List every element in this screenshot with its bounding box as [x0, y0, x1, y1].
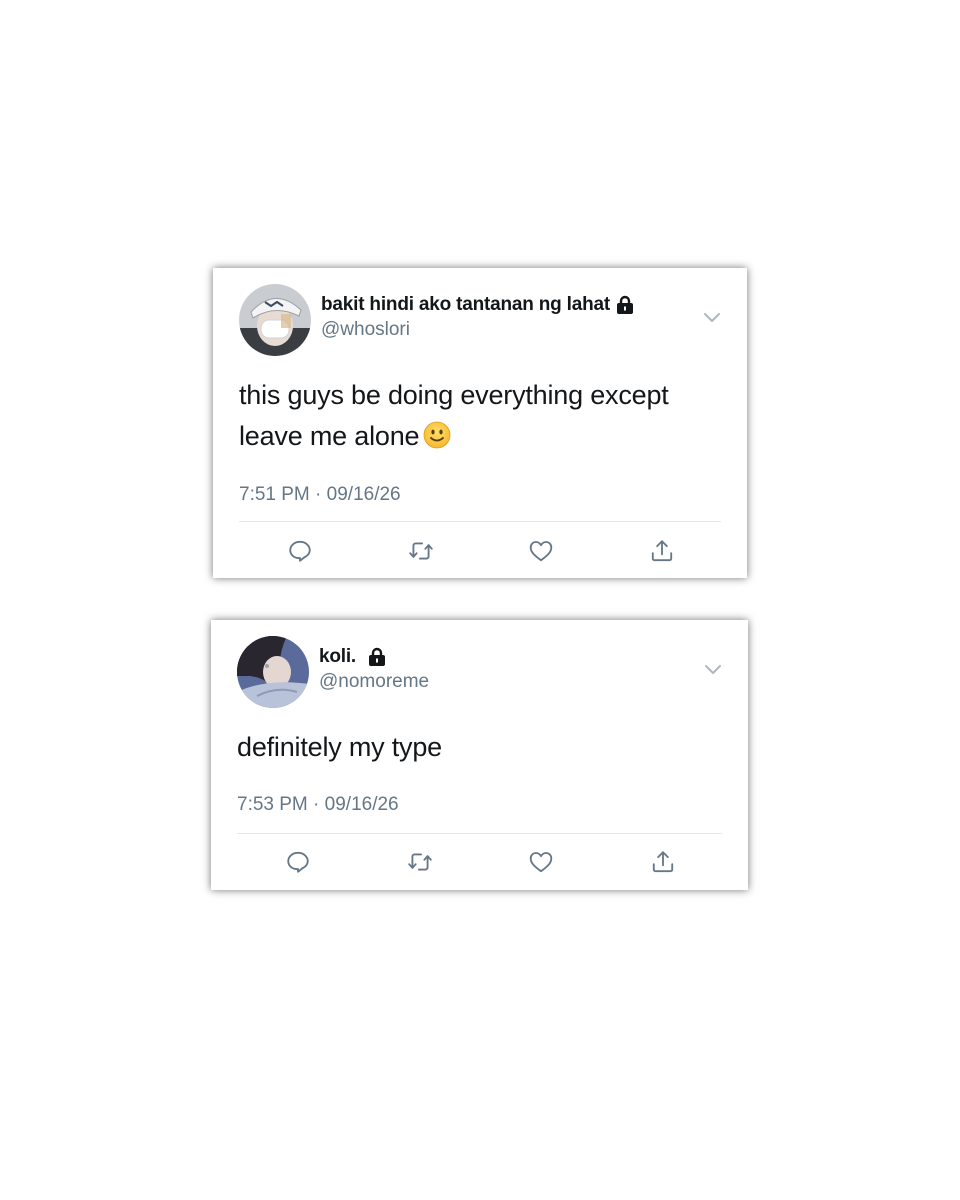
user-names: bakit hindi ako tantanan ng lahat @whosl… — [321, 294, 681, 341]
retweet-button[interactable] — [401, 531, 441, 571]
share-button[interactable] — [642, 531, 682, 571]
avatar[interactable] — [237, 636, 309, 708]
divider — [239, 521, 721, 522]
timestamp-separator: · — [313, 794, 320, 815]
tweet-date: 09/16/26 — [324, 794, 399, 815]
user-handle[interactable]: @whoslori — [321, 319, 681, 341]
timestamp-separator: · — [315, 484, 322, 505]
tweet-time: 7:53 PM — [237, 794, 308, 815]
avatar[interactable] — [239, 284, 311, 356]
user-handle[interactable]: @nomoreme — [319, 671, 682, 693]
divider — [237, 833, 722, 834]
reply-button[interactable] — [280, 531, 320, 571]
slightly-smiling-face-icon — [423, 420, 451, 449]
like-button[interactable] — [521, 531, 561, 571]
tweet-actions — [237, 842, 722, 882]
share-icon — [651, 540, 673, 562]
tweet-card: bakit hindi ako tantanan ng lahat @whosl… — [213, 268, 747, 578]
tweet-timestamp[interactable]: 7:53 PM · 09/16/26 — [237, 794, 399, 816]
lock-icon — [368, 647, 386, 667]
chevron-down-icon[interactable] — [704, 662, 722, 674]
heart-icon — [529, 541, 553, 562]
retweet-button[interactable] — [400, 842, 440, 882]
tweet-text-body: this guys be doing everything except lea… — [239, 380, 669, 451]
reply-icon — [287, 851, 309, 873]
retweet-icon — [408, 853, 432, 871]
tweet-header: koli. @nomoreme — [237, 636, 722, 708]
like-button[interactable] — [521, 842, 561, 882]
retweet-icon — [409, 542, 433, 560]
reply-icon — [289, 540, 311, 562]
display-name[interactable]: koli. — [319, 646, 356, 668]
tweet-date: 09/16/26 — [326, 484, 401, 505]
tweet-actions — [239, 531, 721, 571]
display-name[interactable]: bakit hindi ako tantanan ng lahat — [321, 294, 610, 316]
share-icon — [652, 851, 674, 873]
tweet-time: 7:51 PM — [239, 484, 310, 505]
heart-icon — [529, 852, 553, 873]
tweet-text: this guys be doing everything except lea… — [239, 375, 721, 457]
tweet-header: bakit hindi ako tantanan ng lahat @whosl… — [239, 284, 721, 356]
lock-icon — [616, 295, 634, 315]
tweet-text: definitely my type — [237, 732, 442, 762]
user-names: koli. @nomoreme — [319, 646, 682, 693]
reply-button[interactable] — [278, 842, 318, 882]
share-button[interactable] — [643, 842, 683, 882]
chevron-down-icon[interactable] — [703, 310, 721, 322]
tweet-card: koli. @nomoreme definitely my type 7:53 … — [211, 620, 748, 890]
tweet-timestamp[interactable]: 7:51 PM · 09/16/26 — [239, 484, 401, 506]
